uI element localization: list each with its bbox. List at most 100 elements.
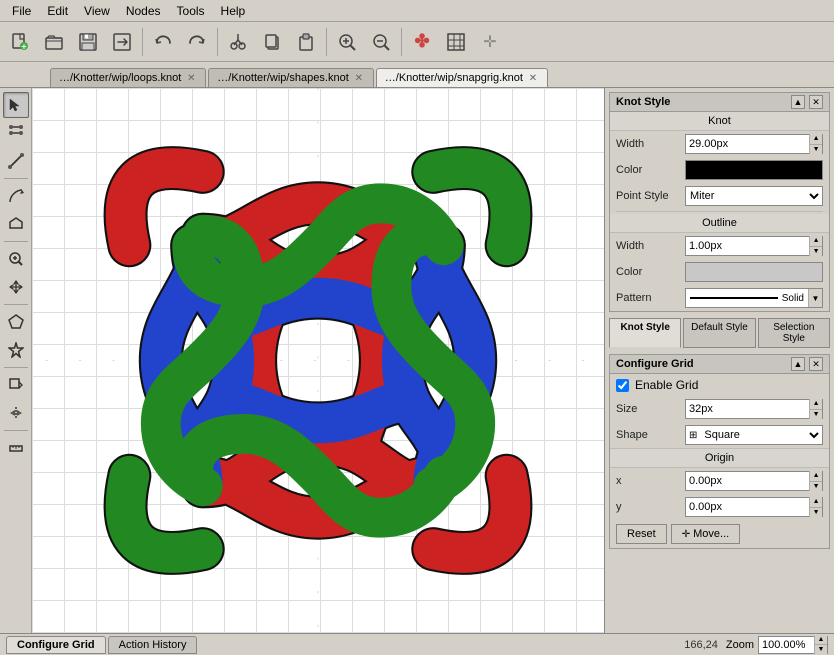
tab-shapes[interactable]: …/Knotter/wip/shapes.knot ✕ — [208, 68, 373, 87]
outline-width-spinner[interactable]: ▲ ▼ — [685, 236, 823, 256]
grid-shape-input: ⊞ Square Triangle Hex — [685, 425, 823, 445]
pattern-arrow-btn[interactable]: ▼ — [808, 289, 822, 307]
snap-button[interactable]: ✛ — [474, 26, 506, 58]
knot-width-down[interactable]: ▼ — [810, 145, 822, 155]
paste-button[interactable] — [290, 26, 322, 58]
enable-grid-checkbox[interactable] — [616, 379, 629, 392]
svg-text:+: + — [21, 41, 26, 51]
origin-y-field[interactable] — [686, 498, 809, 516]
outline-width-down[interactable]: ▼ — [810, 247, 822, 257]
grid-size-down[interactable]: ▼ — [810, 410, 822, 420]
outline-width-up[interactable]: ▲ — [810, 236, 822, 247]
reset-button[interactable]: Reset — [616, 524, 667, 544]
open-button[interactable] — [38, 26, 70, 58]
select-tool[interactable] — [3, 92, 29, 118]
grid-panel-close[interactable]: ✕ — [809, 357, 823, 371]
undo-button[interactable] — [147, 26, 179, 58]
grid-panel-minimize[interactable]: ▲ — [791, 357, 805, 371]
panel-close[interactable]: ✕ — [809, 95, 823, 109]
zoom-up[interactable]: ▲ — [815, 636, 827, 646]
menu-view[interactable]: View — [76, 2, 118, 20]
new-button[interactable]: + — [4, 26, 36, 58]
zoom-field[interactable] — [759, 639, 814, 651]
panel-minimize[interactable]: ▲ — [791, 95, 805, 109]
outline-divider — [616, 211, 823, 212]
menu-nodes[interactable]: Nodes — [118, 2, 169, 20]
menu-help[interactable]: Help — [213, 2, 254, 20]
menu-edit[interactable]: Edit — [39, 2, 76, 20]
origin-x-spinner[interactable]: ▲ ▼ — [685, 471, 823, 491]
knot-button[interactable]: ✤ — [406, 26, 438, 58]
origin-y-down[interactable]: ▼ — [810, 508, 822, 518]
polygon-tool[interactable] — [3, 309, 29, 335]
grid-size-field[interactable] — [686, 400, 809, 418]
star-tool[interactable] — [3, 337, 29, 363]
grid-size-spinner[interactable]: ▲ ▼ — [685, 399, 823, 419]
redo-button[interactable] — [181, 26, 213, 58]
knot-width-field[interactable] — [686, 135, 809, 153]
grid-shape-icon: ⊞ — [686, 430, 700, 441]
knot-width-up[interactable]: ▲ — [810, 134, 822, 145]
copy-button[interactable] — [256, 26, 288, 58]
grid-buttons-row: Reset ✛ Move... — [610, 520, 829, 548]
menu-file[interactable]: File — [4, 2, 39, 20]
zoom-input-container[interactable]: ▲ ▼ — [758, 636, 828, 654]
canvas-grid[interactable]: .strand-red { fill: none; stroke: #cc222… — [32, 88, 604, 633]
tab-knot-style[interactable]: Knot Style — [609, 318, 681, 348]
tab-default-style[interactable]: Default Style — [683, 318, 755, 348]
outline-color-swatch[interactable] — [685, 262, 823, 282]
zoom-out-button[interactable] — [365, 26, 397, 58]
grid-button[interactable] — [440, 26, 472, 58]
knot-width-spinner[interactable]: ▲ ▼ — [685, 134, 823, 154]
menu-tools[interactable]: Tools — [169, 2, 213, 20]
zoom-tool[interactable] — [3, 246, 29, 272]
tab-shapes-close[interactable]: ✕ — [353, 72, 365, 84]
path-tool[interactable] — [3, 183, 29, 209]
canvas-area[interactable]: .strand-red { fill: none; stroke: #cc222… — [32, 88, 604, 633]
tab-snapgrig[interactable]: …/Knotter/wip/snapgrig.knot ✕ — [376, 68, 548, 87]
pattern-row: Pattern Solid ▼ — [610, 285, 829, 311]
origin-y-up[interactable]: ▲ — [810, 497, 822, 508]
origin-y-spinner[interactable]: ▲ ▼ — [685, 497, 823, 517]
bottom-tab-action-history[interactable]: Action History — [108, 636, 198, 654]
origin-x-up[interactable]: ▲ — [810, 471, 822, 482]
origin-x-row: x ▲ ▼ — [610, 468, 829, 494]
tab-loops-close[interactable]: ✕ — [185, 72, 197, 84]
tab-selection-style[interactable]: Selection Style — [758, 318, 830, 348]
measure-tool[interactable] — [3, 435, 29, 461]
shape-tool[interactable] — [3, 211, 29, 237]
toolbar-sep-2 — [217, 28, 218, 56]
tool-sep-1 — [4, 178, 28, 179]
enable-grid-label: Enable Grid — [635, 378, 698, 392]
node-tool[interactable] — [3, 120, 29, 146]
move-button[interactable]: ✛ Move... — [671, 524, 740, 544]
grid-size-up[interactable]: ▲ — [810, 399, 822, 410]
pattern-dropdown[interactable]: Solid ▼ — [685, 288, 823, 308]
grid-shape-select[interactable]: Square Triangle Hex — [700, 428, 822, 442]
point-style-dropdown[interactable]: Miter Round Bevel — [685, 186, 823, 206]
move-label: Move... — [693, 528, 729, 540]
flip-tool[interactable] — [3, 400, 29, 426]
cut-button[interactable] — [222, 26, 254, 58]
knot-color-swatch[interactable] — [685, 160, 823, 180]
export-button[interactable] — [106, 26, 138, 58]
transform-tool[interactable] — [3, 372, 29, 398]
zoom-down[interactable]: ▼ — [815, 645, 827, 654]
knot-style-title-bar: Knot Style ▲ ✕ — [610, 93, 829, 112]
pan-tool[interactable] — [3, 274, 29, 300]
knot-width-input: ▲ ▼ — [685, 134, 823, 154]
zoom-label: Zoom — [726, 639, 754, 651]
tab-loops[interactable]: …/Knotter/wip/loops.knot ✕ — [50, 68, 206, 87]
point-style-select[interactable]: Miter Round Bevel — [686, 187, 822, 205]
origin-x-field[interactable] — [686, 472, 809, 490]
tab-snapgrig-close[interactable]: ✕ — [527, 72, 539, 84]
edge-tool[interactable] — [3, 148, 29, 174]
save-button[interactable] — [72, 26, 104, 58]
bottom-tab-configure-grid[interactable]: Configure Grid — [6, 636, 106, 654]
zoom-in-button[interactable] — [331, 26, 363, 58]
origin-y-row: y ▲ ▼ — [610, 494, 829, 520]
tab-snapgrig-label: …/Knotter/wip/snapgrig.knot — [385, 72, 523, 84]
origin-x-down[interactable]: ▼ — [810, 482, 822, 492]
outline-width-field[interactable] — [686, 237, 809, 255]
grid-shape-dropdown[interactable]: ⊞ Square Triangle Hex — [685, 425, 823, 445]
